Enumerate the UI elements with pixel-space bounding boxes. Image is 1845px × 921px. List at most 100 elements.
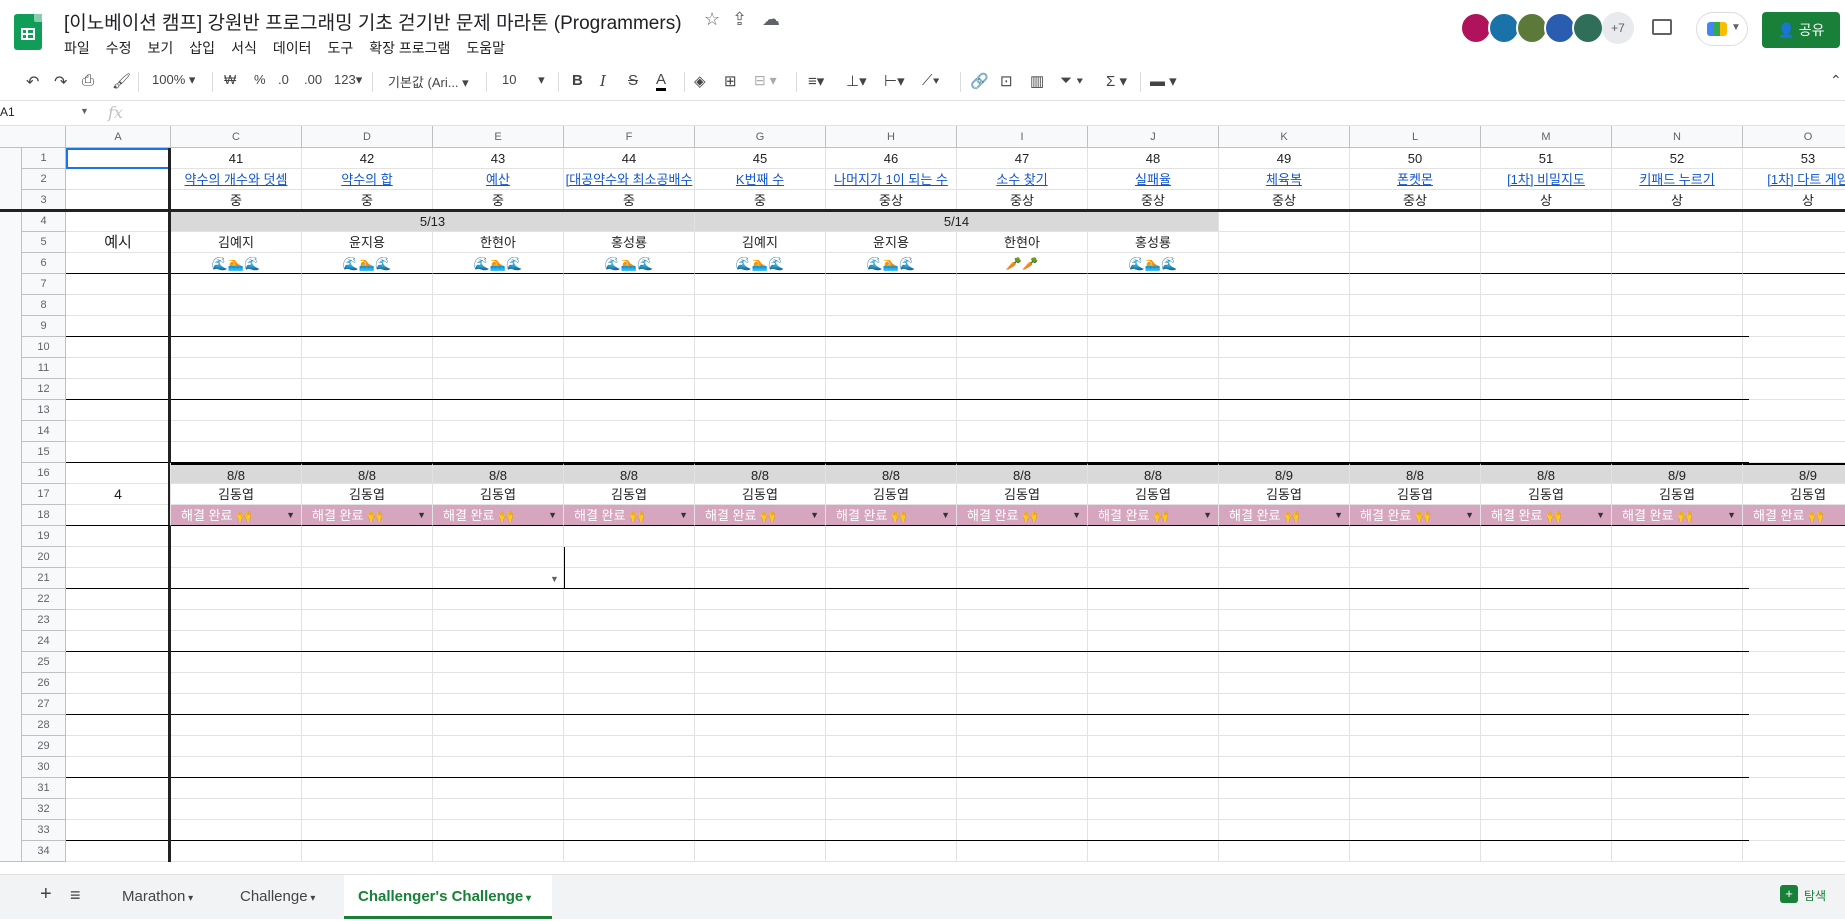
grid-cell[interactable] bbox=[171, 715, 302, 736]
grid-cell[interactable] bbox=[695, 358, 826, 379]
grid-cell[interactable] bbox=[1481, 400, 1612, 421]
grid-cell[interactable] bbox=[1350, 295, 1481, 316]
input-tools-icon[interactable]: ▬ ▾ bbox=[1150, 72, 1177, 90]
grid-cell[interactable] bbox=[1350, 778, 1481, 799]
problem-link[interactable]: [대공약수와 최소공배수 bbox=[564, 169, 695, 190]
problem-link[interactable]: [1차] 비밀지도 bbox=[1481, 169, 1612, 190]
grid-cell[interactable] bbox=[1088, 820, 1219, 841]
grid-cell[interactable] bbox=[171, 442, 302, 463]
chevron-down-icon[interactable]: ▼ bbox=[1203, 505, 1212, 525]
grid-cell[interactable] bbox=[1088, 778, 1219, 799]
grid-cell[interactable] bbox=[1481, 757, 1612, 778]
menu-item[interactable]: 파일 bbox=[56, 38, 98, 58]
status-dropdown[interactable]: 해결 완료 🙌 ▼ bbox=[302, 505, 433, 526]
grid-cell[interactable] bbox=[564, 631, 695, 652]
row-header[interactable]: 29 bbox=[22, 736, 66, 757]
grid-cell[interactable] bbox=[1743, 778, 1845, 799]
grid-cell[interactable] bbox=[564, 337, 695, 358]
grid-cell[interactable] bbox=[1350, 421, 1481, 442]
grid-cell[interactable] bbox=[1743, 442, 1845, 463]
row-header[interactable]: 23 bbox=[22, 610, 66, 631]
grid-cell[interactable] bbox=[1350, 568, 1481, 589]
grid-cell[interactable] bbox=[564, 421, 695, 442]
solver-name[interactable]: 김동엽 bbox=[302, 484, 433, 505]
grid-cell[interactable] bbox=[433, 358, 564, 379]
grid-cell[interactable] bbox=[957, 757, 1088, 778]
cloud-status-icon[interactable]: ☁ bbox=[762, 9, 780, 30]
difficulty-cell[interactable]: 중상 bbox=[1088, 190, 1219, 211]
star-icon[interactable]: ☆ bbox=[704, 9, 720, 30]
grid-cell[interactable] bbox=[1743, 652, 1845, 673]
grid-cell[interactable] bbox=[433, 736, 564, 757]
column-header[interactable]: K bbox=[1219, 126, 1350, 148]
grid-cell[interactable] bbox=[957, 295, 1088, 316]
grid-cell[interactable] bbox=[66, 442, 171, 463]
problem-link[interactable]: 나머지가 1이 되는 수 bbox=[826, 169, 957, 190]
grid-cell[interactable] bbox=[1350, 316, 1481, 337]
grid-cell[interactable] bbox=[957, 316, 1088, 337]
grid-cell[interactable] bbox=[957, 610, 1088, 631]
solve-date[interactable]: 8/8 bbox=[1088, 463, 1219, 484]
row-header[interactable]: 31 bbox=[22, 778, 66, 799]
grid-cell[interactable] bbox=[1481, 799, 1612, 820]
grid-cell[interactable] bbox=[1219, 652, 1350, 673]
grid-cell[interactable] bbox=[1219, 253, 1350, 274]
sheet-tab[interactable]: Challenger's Challenge ▾ bbox=[344, 875, 552, 919]
row-header[interactable]: 8 bbox=[22, 295, 66, 316]
grid-cell[interactable] bbox=[1481, 379, 1612, 400]
grid-cell[interactable] bbox=[564, 673, 695, 694]
grid-cell[interactable] bbox=[826, 421, 957, 442]
grid-cell[interactable] bbox=[1219, 610, 1350, 631]
grid-cell[interactable] bbox=[171, 337, 302, 358]
problem-number[interactable]: 46 bbox=[826, 148, 957, 169]
grid-cell[interactable] bbox=[1612, 589, 1743, 610]
grid-cell[interactable] bbox=[1481, 421, 1612, 442]
grid-cell[interactable] bbox=[1612, 211, 1743, 232]
grid-cell[interactable] bbox=[1743, 421, 1845, 442]
grid-cell[interactable] bbox=[1350, 442, 1481, 463]
chevron-down-icon[interactable]: ▾ bbox=[523, 893, 531, 904]
grid-cell[interactable] bbox=[66, 589, 171, 610]
text-rotation-icon[interactable]: ⟋▾ bbox=[922, 72, 940, 89]
grid-cell[interactable] bbox=[1743, 673, 1845, 694]
grid-cell[interactable] bbox=[302, 589, 433, 610]
grid-cell[interactable] bbox=[171, 379, 302, 400]
status-dropdown[interactable]: 해결 완료 🙌 ▼ bbox=[1350, 505, 1481, 526]
column-header[interactable]: C bbox=[171, 126, 302, 148]
fill-color-icon[interactable]: ◈ bbox=[694, 72, 706, 90]
selected-cell-a1[interactable] bbox=[66, 148, 171, 169]
row-header[interactable]: 12 bbox=[22, 379, 66, 400]
status-dropdown[interactable]: 해결 완료 🙌 ▼ bbox=[171, 505, 302, 526]
grid-cell[interactable] bbox=[171, 820, 302, 841]
chevron-down-icon[interactable]: ▼ bbox=[550, 574, 560, 584]
solver-name[interactable]: 김동엽 bbox=[1088, 484, 1219, 505]
grid-cell[interactable] bbox=[1088, 337, 1219, 358]
grid-cell[interactable] bbox=[1088, 589, 1219, 610]
grid-cell[interactable] bbox=[826, 316, 957, 337]
grid-cell[interactable] bbox=[1350, 652, 1481, 673]
grid-cell[interactable] bbox=[695, 820, 826, 841]
grid-cell[interactable] bbox=[1743, 799, 1845, 820]
grid-cell[interactable] bbox=[564, 274, 695, 295]
drive-move-icon[interactable]: ⇪ bbox=[732, 9, 747, 30]
grid-cell[interactable] bbox=[302, 778, 433, 799]
grid-cell[interactable] bbox=[433, 778, 564, 799]
row-header[interactable]: 15 bbox=[22, 442, 66, 463]
problem-number[interactable]: 43 bbox=[433, 148, 564, 169]
grid-cell[interactable] bbox=[695, 337, 826, 358]
problem-number[interactable]: 51 bbox=[1481, 148, 1612, 169]
member-name[interactable]: 김예지 bbox=[695, 232, 826, 253]
grid-cell[interactable] bbox=[1743, 358, 1845, 379]
grid-cell[interactable] bbox=[957, 337, 1088, 358]
row-header[interactable]: 11 bbox=[22, 358, 66, 379]
redo-icon[interactable]: ↷ bbox=[54, 72, 67, 92]
grid-cell[interactable] bbox=[957, 652, 1088, 673]
row-header[interactable]: 30 bbox=[22, 757, 66, 778]
column-header[interactable]: E bbox=[433, 126, 564, 148]
grid-cell[interactable] bbox=[1350, 610, 1481, 631]
solver-name[interactable]: 김동엽 bbox=[957, 484, 1088, 505]
grid-cell[interactable] bbox=[564, 295, 695, 316]
grid-cell[interactable] bbox=[564, 820, 695, 841]
grid-cell[interactable] bbox=[957, 841, 1088, 862]
grid-cell[interactable] bbox=[1481, 253, 1612, 274]
